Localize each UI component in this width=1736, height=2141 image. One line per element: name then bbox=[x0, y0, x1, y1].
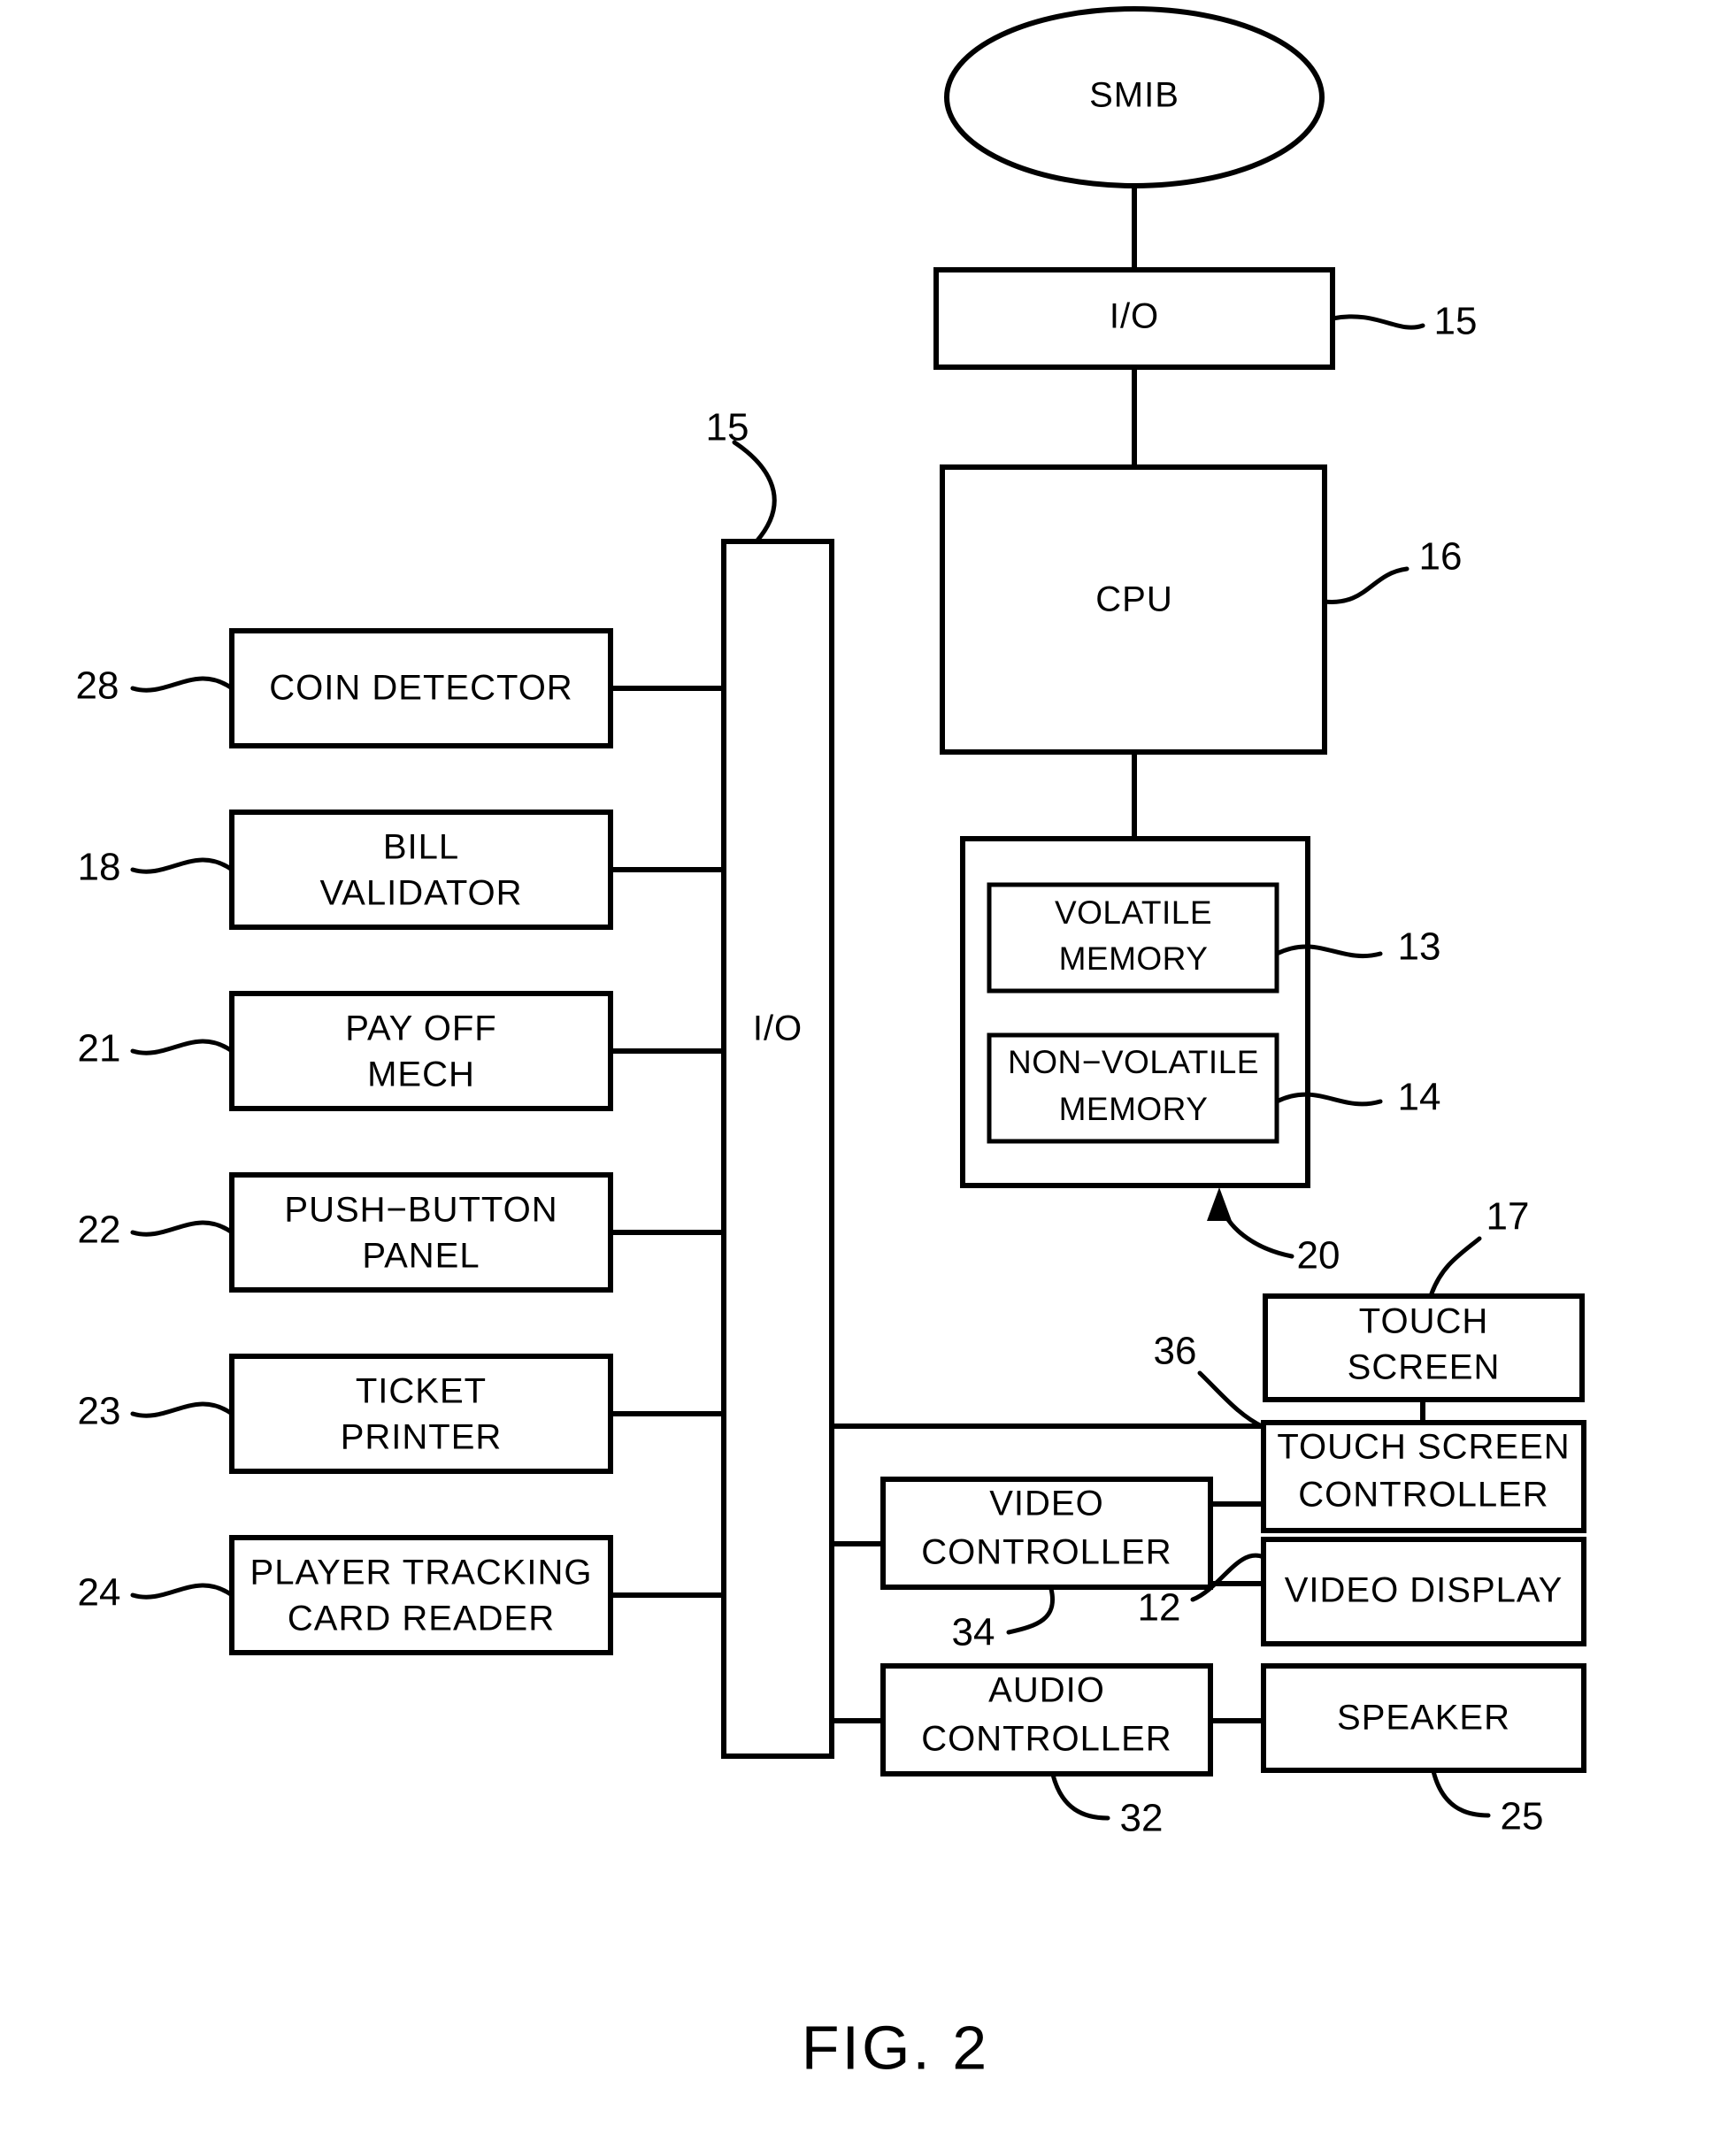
node-io-bus: I/O 15 bbox=[706, 406, 834, 1759]
node-push-button-panel: PUSH−BUTTON PANEL 22 bbox=[78, 1172, 613, 1293]
ref-number-io-bus: 15 bbox=[706, 406, 749, 449]
volatile-memory-label-line2: MEMORY bbox=[1059, 940, 1209, 977]
touch-screen-label-line2: SCREEN bbox=[1348, 1348, 1501, 1387]
ref-number-speaker: 25 bbox=[1501, 1795, 1544, 1838]
leader-line-speaker bbox=[1431, 1769, 1491, 1818]
video-controller-label-line1: VIDEO bbox=[989, 1485, 1103, 1523]
ref-number-player-tracking-card-reader: 24 bbox=[78, 1571, 121, 1615]
push-button-panel-label-line2: PANEL bbox=[362, 1237, 480, 1276]
leader-line-player-tracking-card-reader bbox=[130, 1583, 234, 1600]
node-player-tracking-card-reader: PLAYER TRACKING CARD READER 24 bbox=[78, 1535, 613, 1655]
node-bill-validator: BILL VALIDATOR 18 bbox=[78, 810, 613, 930]
ref-number-video-display: 12 bbox=[1138, 1586, 1181, 1630]
node-ticket-printer: TICKET PRINTER 23 bbox=[78, 1354, 613, 1474]
ref-number-ticket-printer: 23 bbox=[78, 1390, 121, 1433]
ref-number-push-button-panel: 22 bbox=[78, 1209, 121, 1252]
leader-line-memory-container bbox=[1217, 1193, 1294, 1259]
cpu-label: CPU bbox=[1095, 580, 1172, 619]
node-speaker: SPEAKER 25 bbox=[1261, 1663, 1586, 1838]
leader-line-touch-screen bbox=[1429, 1236, 1482, 1296]
nonvolatile-memory-label-line2: MEMORY bbox=[1059, 1091, 1209, 1127]
node-cpu: CPU 16 bbox=[940, 464, 1463, 755]
ref-number-cpu: 16 bbox=[1419, 535, 1463, 579]
leader-line-cpu bbox=[1322, 566, 1410, 604]
audio-controller-label-line2: CONTROLLER bbox=[921, 1720, 1171, 1759]
volatile-memory-label-line1: VOLATILE bbox=[1055, 894, 1212, 931]
leader-line-io-top bbox=[1330, 314, 1425, 330]
ref-number-touch-screen: 17 bbox=[1486, 1195, 1530, 1239]
video-display-label: VIDEO DISPLAY bbox=[1285, 1571, 1563, 1610]
player-tracking-card-reader-label-line2: CARD READER bbox=[288, 1600, 555, 1638]
smib-label: SMIB bbox=[1089, 76, 1179, 115]
leader-line-ticket-printer bbox=[130, 1401, 234, 1418]
node-touch-screen: TOUCH SCREEN 17 bbox=[1263, 1195, 1585, 1402]
bill-validator-label-line2: VALIDATOR bbox=[319, 874, 522, 913]
node-pay-off-mech: PAY OFF MECH 21 bbox=[78, 991, 613, 1111]
io-bus-label: I/O bbox=[753, 1009, 803, 1048]
leader-line-coin-detector bbox=[130, 676, 234, 693]
leader-line-audio-controller bbox=[1050, 1772, 1110, 1821]
ticket-printer-label-line2: PRINTER bbox=[341, 1418, 503, 1457]
ref-number-touch-screen-controller: 36 bbox=[1154, 1330, 1197, 1373]
pay-off-mech-label-line1: PAY OFF bbox=[345, 1009, 496, 1048]
leader-line-push-button-panel bbox=[130, 1220, 234, 1237]
ref-number-bill-validator: 18 bbox=[78, 846, 121, 889]
ref-number-nonvolatile-memory: 14 bbox=[1398, 1076, 1441, 1119]
node-io-top: I/O 15 bbox=[933, 267, 1478, 370]
node-nonvolatile-memory: NON−VOLATILE MEMORY 14 bbox=[987, 1032, 1441, 1144]
nonvolatile-memory-label-line1: NON−VOLATILE bbox=[1008, 1044, 1259, 1080]
arrowhead-memory-container bbox=[1207, 1187, 1232, 1221]
leader-line-video-controller bbox=[1006, 1586, 1055, 1635]
ref-number-coin-detector: 28 bbox=[76, 664, 119, 708]
figure-caption: FIG. 2 bbox=[802, 2013, 989, 2082]
io-top-label: I/O bbox=[1110, 297, 1159, 336]
io-bus-box bbox=[721, 539, 834, 1759]
node-smib: SMIB bbox=[944, 6, 1325, 188]
ref-number-volatile-memory: 13 bbox=[1398, 925, 1441, 969]
touch-screen-label-line1: TOUCH bbox=[1359, 1302, 1488, 1341]
leader-line-bill-validator bbox=[130, 857, 234, 874]
leader-line-pay-off-mech bbox=[130, 1039, 234, 1055]
leader-line-touch-screen-controller bbox=[1197, 1370, 1266, 1430]
audio-controller-label-line1: AUDIO bbox=[988, 1671, 1105, 1710]
ref-number-audio-controller: 32 bbox=[1120, 1797, 1164, 1840]
speaker-label: SPEAKER bbox=[1337, 1699, 1510, 1738]
ticket-printer-label-line1: TICKET bbox=[356, 1372, 487, 1411]
touch-screen-controller-label-line2: CONTROLLER bbox=[1298, 1476, 1548, 1515]
node-coin-detector: COIN DETECTOR 28 bbox=[76, 628, 613, 748]
figure-canvas: SMIB I/O 15 CPU 16 VOLATILE MEMORY 13 NO… bbox=[76, 6, 1586, 2082]
ref-number-memory-container: 20 bbox=[1297, 1234, 1340, 1278]
node-volatile-memory: VOLATILE MEMORY 13 bbox=[987, 882, 1441, 994]
node-audio-controller: AUDIO CONTROLLER 32 bbox=[880, 1663, 1213, 1840]
touch-screen-controller-label-line1: TOUCH SCREEN bbox=[1277, 1428, 1570, 1467]
node-memory-container: VOLATILE MEMORY 13 NON−VOLATILE MEMORY 1… bbox=[960, 836, 1441, 1278]
video-controller-label-line2: CONTROLLER bbox=[921, 1533, 1171, 1572]
push-button-panel-label-line1: PUSH−BUTTON bbox=[284, 1191, 557, 1230]
pay-off-mech-label-line2: MECH bbox=[367, 1055, 475, 1094]
patent-figure-page: SMIB I/O 15 CPU 16 VOLATILE MEMORY 13 NO… bbox=[0, 0, 1736, 2141]
ref-number-pay-off-mech: 21 bbox=[78, 1027, 121, 1070]
ref-number-io-top: 15 bbox=[1434, 300, 1478, 343]
bill-validator-label-line1: BILL bbox=[383, 828, 459, 867]
ref-number-video-controller: 34 bbox=[952, 1611, 995, 1654]
player-tracking-card-reader-label-line1: PLAYER TRACKING bbox=[250, 1554, 593, 1592]
coin-detector-label: COIN DETECTOR bbox=[269, 669, 572, 708]
leader-line-io-bus bbox=[732, 440, 777, 544]
